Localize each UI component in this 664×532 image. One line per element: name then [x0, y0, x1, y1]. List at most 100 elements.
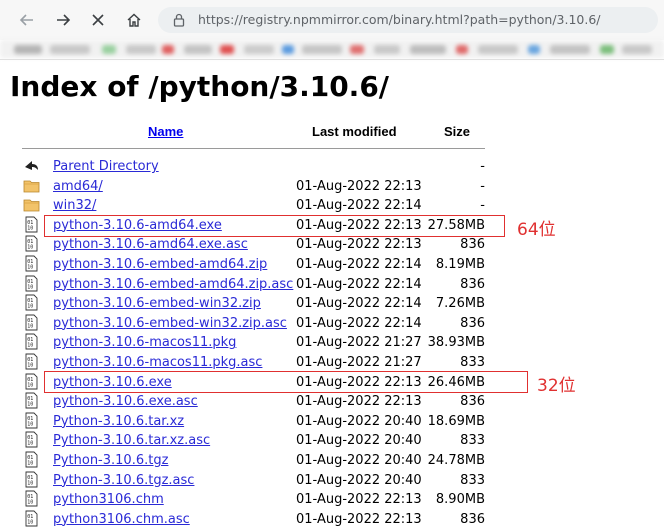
- list-item: 01 10 python3106.chm.asc 01-Aug-2022 22:13 8…: [0, 510, 664, 529]
- list-item: 01 10 python-3.10.6-embed-amd64.zip.asc 01-…: [0, 275, 664, 294]
- file-link[interactable]: Python-3.10.6.tgz: [53, 453, 168, 468]
- column-header-name[interactable]: Name: [148, 124, 183, 139]
- modified-date: 01-Aug-2022 22:13: [296, 511, 422, 527]
- column-header-size: Size: [444, 124, 471, 139]
- file-size: 836: [460, 511, 485, 527]
- file-link[interactable]: Python-3.10.6.tar.xz: [53, 414, 184, 429]
- binary-file-icon: 01 10: [23, 353, 40, 370]
- toolbar-divider: [0, 59, 664, 60]
- svg-text:10: 10: [27, 245, 33, 251]
- svg-text:10: 10: [27, 421, 33, 427]
- folder-icon: [23, 177, 40, 194]
- svg-text:10: 10: [27, 382, 33, 388]
- binary-file-icon: 01 10: [23, 255, 40, 272]
- svg-text:10: 10: [27, 363, 33, 369]
- modified-date: 01-Aug-2022 20:40: [296, 413, 422, 429]
- file-link[interactable]: python-3.10.6-embed-win32.zip: [53, 296, 261, 311]
- highlight-box-32bit: [44, 371, 528, 393]
- binary-file-icon: 01 10: [23, 235, 40, 252]
- file-size: 18.69MB: [427, 413, 485, 429]
- file-size: -: [480, 178, 485, 194]
- list-item: 01 10 python-3.10.6-embed-win32.zip.asc 01-…: [0, 314, 664, 333]
- file-link[interactable]: Python-3.10.6.tgz.asc: [53, 473, 194, 488]
- modified-date: 01-Aug-2022 22:14: [296, 198, 422, 214]
- file-size: 833: [460, 472, 485, 488]
- back-icon: [23, 157, 40, 174]
- folder-icon: [23, 196, 40, 213]
- modified-date: 01-Aug-2022 22:13: [296, 178, 422, 194]
- modified-date: 01-Aug-2022 20:40: [296, 453, 422, 468]
- address-bar[interactable]: https://registry.npmmirror.com/binary.ht…: [158, 7, 658, 33]
- home-icon[interactable]: [123, 9, 145, 31]
- lock-icon[interactable]: [172, 13, 186, 27]
- modified-date: 01-Aug-2022 21:27: [296, 355, 422, 370]
- svg-text:10: 10: [27, 480, 33, 486]
- browser-toolbar: https://registry.npmmirror.com/binary.ht…: [0, 0, 664, 40]
- list-item: 01 10 Python-3.10.6.tgz 01-Aug-2022 20:40 24…: [0, 451, 664, 470]
- svg-text:10: 10: [27, 304, 33, 310]
- binary-file-icon: 01 10: [23, 510, 40, 527]
- file-link[interactable]: python-3.10.6-embed-amd64.zip.asc: [53, 277, 293, 292]
- list-item: Parent Directory -: [0, 157, 664, 176]
- file-link[interactable]: Python-3.10.6.tar.xz.asc: [53, 433, 210, 448]
- svg-text:10: 10: [27, 402, 33, 408]
- file-size: 836: [460, 237, 485, 253]
- binary-file-icon: 01 10: [23, 333, 40, 350]
- forward-icon[interactable]: [52, 9, 74, 31]
- file-link[interactable]: python-3.10.6.exe.asc: [53, 394, 198, 409]
- binary-file-icon: 01 10: [23, 294, 40, 311]
- list-item: amd64/01-Aug-2022 22:13 -: [0, 177, 664, 196]
- file-link[interactable]: amd64/: [53, 179, 103, 194]
- file-size: 836: [460, 315, 485, 331]
- back-icon[interactable]: [16, 9, 38, 31]
- highlight-box-64bit: [44, 215, 505, 237]
- file-size: 833: [460, 433, 485, 449]
- svg-text:10: 10: [27, 284, 33, 290]
- file-link[interactable]: win32/: [53, 198, 96, 213]
- svg-text:10: 10: [27, 265, 33, 271]
- modified-date: 01-Aug-2022 22:14: [296, 296, 422, 312]
- file-link[interactable]: Parent Directory: [53, 159, 159, 174]
- binary-file-icon: 01 10: [23, 471, 40, 488]
- svg-text:10: 10: [27, 461, 33, 467]
- svg-text:10: 10: [27, 441, 33, 447]
- file-size: 836: [460, 394, 485, 410]
- file-size: -: [480, 198, 485, 214]
- file-link[interactable]: python-3.10.6-embed-win32.zip.asc: [53, 316, 287, 331]
- svg-text:10: 10: [27, 343, 33, 349]
- file-link[interactable]: python-3.10.6-embed-amd64.zip: [53, 257, 267, 272]
- file-link[interactable]: python3106.chm: [53, 492, 164, 507]
- binary-file-icon: 01 10: [23, 490, 40, 507]
- list-item: 01 10 Python-3.10.6.tar.xz.asc 01-Aug-2022 …: [0, 431, 664, 450]
- binary-file-icon: 01 10: [23, 431, 40, 448]
- list-item: 01 10 python-3.10.6-embed-amd64.zip 01-Aug-…: [0, 255, 664, 274]
- file-link[interactable]: python-3.10.6-macos11.pkg.asc: [53, 355, 262, 370]
- file-link[interactable]: python-3.10.6-amd64.exe.asc: [53, 237, 248, 252]
- list-item: win32/01-Aug-2022 22:14 -: [0, 196, 664, 215]
- binary-file-icon: 01 10: [23, 275, 40, 292]
- list-item: 01 10 python-3.10.6-amd64.exe.asc 01-Aug-20…: [0, 235, 664, 254]
- list-item: 01 10 python-3.10.6-embed-win32.zip 01-Aug-…: [0, 294, 664, 313]
- file-link[interactable]: python3106.chm.asc: [53, 512, 190, 527]
- modified-date: 01-Aug-2022 22:13: [296, 492, 422, 508]
- list-item: 01 10 python-3.10.6-macos11.pkg 01-Aug-2022…: [0, 333, 664, 352]
- svg-text:10: 10: [27, 519, 33, 525]
- list-item: 01 10 python3106.chm 01-Aug-2022 22:13 8.90M…: [0, 490, 664, 509]
- annotation-64bit: 64位: [517, 220, 556, 240]
- file-size: 836: [460, 276, 485, 292]
- list-item: 01 10 Python-3.10.6.tar.xz 01-Aug-2022 20:4…: [0, 412, 664, 431]
- file-size: 8.19MB: [435, 257, 485, 272]
- stop-icon[interactable]: [87, 9, 109, 31]
- binary-file-icon: 01 10: [23, 314, 40, 331]
- sort-by-name-link[interactable]: Name: [148, 124, 183, 139]
- file-size: 38.93MB: [427, 335, 485, 351]
- modified-date: 01-Aug-2022 22:14: [296, 315, 422, 331]
- svg-text:10: 10: [27, 323, 33, 329]
- modified-date: 01-Aug-2022 21:27: [296, 335, 422, 351]
- header-rule: [22, 148, 485, 149]
- svg-text:10: 10: [27, 225, 33, 231]
- file-size: 8.90MB: [435, 492, 485, 508]
- file-link[interactable]: python-3.10.6-macos11.pkg: [53, 335, 236, 350]
- url-text: https://registry.npmmirror.com/binary.ht…: [198, 12, 601, 27]
- modified-date: 01-Aug-2022 22:14: [296, 276, 422, 292]
